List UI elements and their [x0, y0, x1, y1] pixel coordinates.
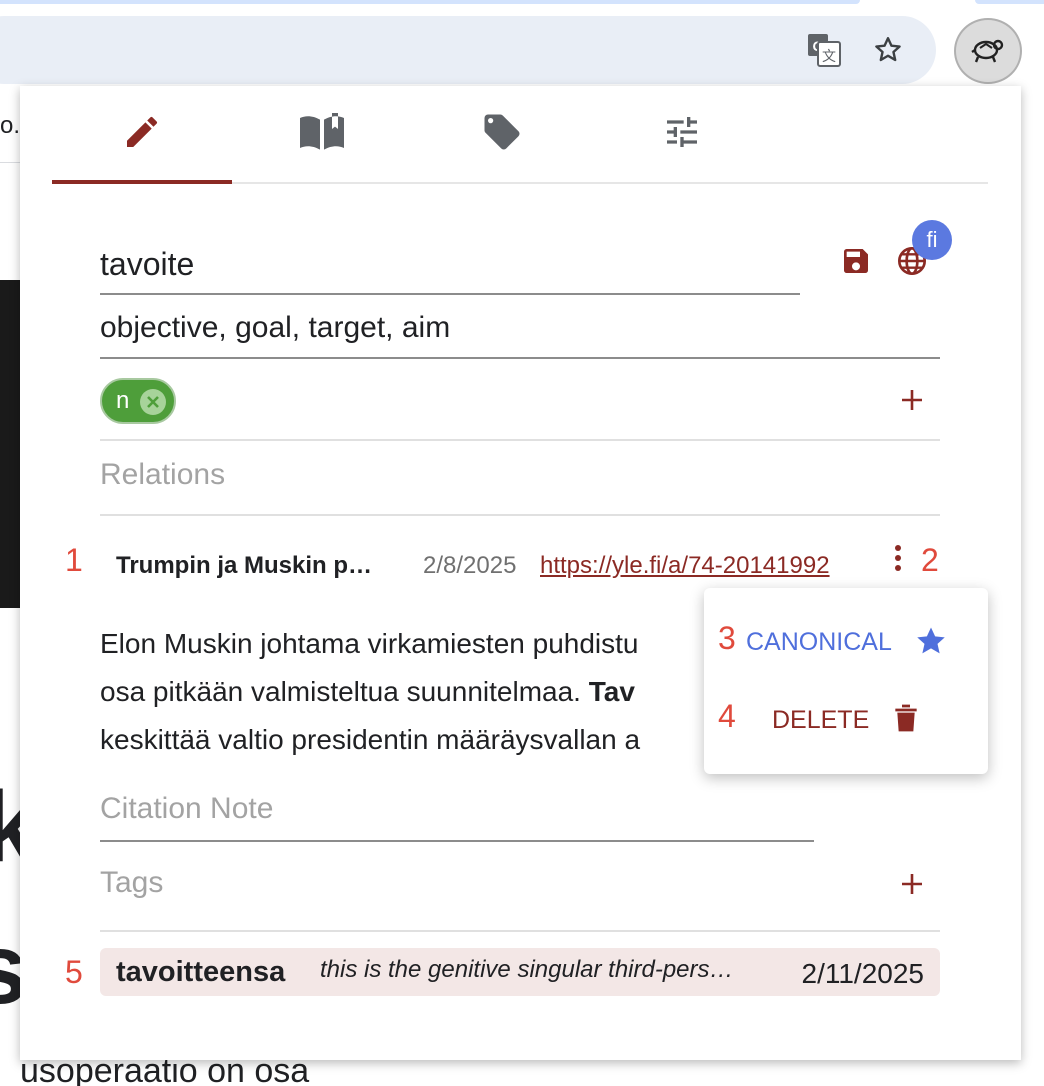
entry-word: tavoitteensa — [116, 956, 286, 988]
context-line: keskittää valtio presidentin määräysvall… — [100, 724, 641, 755]
address-bar[interactable] — [0, 16, 936, 84]
divider — [100, 439, 940, 441]
save-icon — [840, 245, 872, 282]
active-tab-indicator — [52, 180, 232, 184]
word-input[interactable]: tavoite — [100, 236, 800, 292]
entry-note: this is the genitive singular third-pers… — [320, 956, 734, 983]
word-input-underline — [100, 293, 800, 295]
plus-icon — [900, 872, 924, 901]
menu-item-label: DELETE — [772, 706, 870, 734]
tab-strip-edge-right — [975, 0, 1044, 4]
edit-icon — [122, 112, 162, 157]
star-filled-icon — [914, 624, 948, 663]
background-image — [0, 280, 20, 608]
translation-input-underline — [100, 357, 940, 359]
settings-sliders-icon — [662, 112, 702, 157]
add-tag-button[interactable] — [894, 868, 930, 904]
related-word-entry[interactable]: tavoitteensa this is the genitive singul… — [100, 948, 940, 996]
annotation-number: 4 — [718, 698, 736, 734]
tags-input[interactable]: Tags — [100, 866, 163, 900]
annotation-number: 3 — [718, 620, 736, 656]
book-icon — [298, 111, 346, 158]
tag-icon — [481, 111, 523, 158]
source-link[interactable]: https://yle.fi/a/74-20141992 — [540, 552, 830, 580]
chip-remove-icon[interactable] — [140, 389, 166, 415]
source-title: Trumpin ja Muskin p… — [116, 552, 373, 579]
save-button[interactable] — [834, 241, 878, 285]
menu-item-label: CANONICAL — [746, 628, 892, 656]
star-icon[interactable] — [868, 30, 908, 70]
divider — [100, 930, 940, 932]
context-line: Elon Muskin johtama virkamiesten puhdist… — [100, 628, 639, 659]
trash-icon — [892, 702, 920, 739]
tab-edit[interactable] — [52, 86, 232, 184]
language-badge: fi — [912, 220, 952, 260]
extension-turtle-icon — [971, 34, 1005, 69]
menu-item-delete[interactable]: 4 DELETE — [704, 684, 988, 756]
background-divider — [0, 162, 20, 163]
divider — [100, 514, 940, 516]
entry-date: 2/11/2025 — [801, 958, 925, 989]
part-of-speech-chip[interactable]: n — [100, 378, 176, 424]
translation-input[interactable]: objective, goal, target, aim — [100, 300, 940, 356]
translate-icon[interactable]: G 文 — [804, 30, 844, 70]
menu-item-canonical[interactable]: 3 CANONICAL — [704, 606, 988, 678]
annotation-number: 5 — [65, 954, 83, 990]
relations-input[interactable]: Relations — [100, 458, 225, 492]
source-dropdown-menu: 3 CANONICAL 4 DELETE — [704, 588, 988, 774]
annotation-number: 1 — [65, 542, 83, 578]
svg-text:文: 文 — [822, 49, 836, 65]
tab-library[interactable] — [232, 86, 412, 182]
tab-strip-edge — [0, 0, 860, 4]
chip-label: n — [116, 387, 130, 414]
annotation-number: 2 — [921, 542, 939, 578]
plus-icon — [900, 388, 924, 417]
context-line: osa pitkään valmisteltua suunnitelmaa. T… — [100, 668, 700, 716]
tab-tags[interactable] — [412, 86, 592, 182]
more-vertical-icon — [894, 544, 902, 577]
popup-tabs — [52, 86, 988, 184]
context-highlight: Tav — [588, 676, 635, 707]
context-sentence: Elon Muskin johtama virkamiesten puhdist… — [100, 620, 700, 764]
tab-settings[interactable] — [592, 86, 772, 182]
citation-note-underline — [100, 840, 814, 842]
citation-note-input[interactable]: Citation Note — [100, 792, 273, 826]
extension-popup: tavoite fi objective, goal, target, aim … — [20, 86, 1021, 1060]
add-part-of-speech-button[interactable] — [894, 384, 930, 420]
context-text: osa pitkään valmisteltua suunnitelmaa. — [100, 676, 589, 707]
background-text-fragment: o. — [0, 112, 21, 139]
source-date: 2/8/2025 — [423, 552, 517, 579]
extension-button[interactable] — [954, 18, 1022, 84]
source-menu-button[interactable] — [886, 542, 910, 578]
